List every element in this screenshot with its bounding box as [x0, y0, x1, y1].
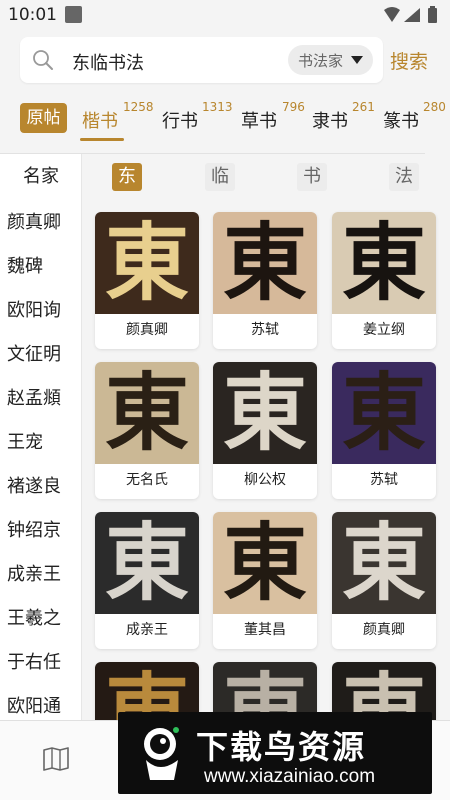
calligraphy-card[interactable]: 東柳公权	[213, 362, 317, 499]
calligraphy-glyph: 東	[341, 363, 426, 462]
calligraphy-glyph: 東	[104, 513, 189, 612]
bird-logo-icon	[144, 727, 179, 780]
tab-caoshu-count: 796	[282, 100, 305, 114]
sidebar-item[interactable]: 文征明	[7, 340, 61, 366]
sidebar-item[interactable]: 钟绍京	[7, 516, 61, 542]
tab-caoshu[interactable]: 草书	[241, 107, 277, 133]
search-filter-dropdown[interactable]: 书法家	[288, 45, 373, 75]
sidebar-item[interactable]: 褚遂良	[7, 472, 61, 498]
search-box[interactable]: 东临书法 书法家	[20, 37, 383, 83]
filter-label: 书法家	[298, 52, 344, 70]
sidebar-item[interactable]: 欧阳询	[7, 296, 61, 322]
calligraphy-image: 東	[332, 212, 436, 314]
watermark-title: 下载鸟资源	[196, 728, 367, 766]
calligrapher-name: 柳公权	[244, 472, 286, 488]
search-button[interactable]: 搜索	[390, 47, 428, 74]
sidebar-header: 名家	[23, 166, 59, 187]
tab-original[interactable]: 原帖	[20, 103, 67, 133]
active-tab-indicator	[80, 138, 124, 141]
calligraphy-card[interactable]: 東苏轼	[213, 212, 317, 349]
sidebar-item[interactable]: 王宠	[7, 428, 43, 454]
sidebar-item[interactable]: 魏碑	[7, 252, 43, 278]
tab-kaishu[interactable]: 楷书	[82, 107, 118, 133]
tab-kaishu-count: 1258	[123, 100, 154, 114]
calligraphy-card[interactable]: 東姜立纲	[332, 212, 436, 349]
battery-icon	[428, 6, 437, 23]
wifi-icon	[384, 7, 400, 22]
calligrapher-name: 苏轼	[370, 472, 398, 488]
tab-lishu-count: 261	[352, 100, 375, 114]
tab-xingshu[interactable]: 行书	[162, 107, 198, 133]
calligraphy-image: 東	[95, 212, 199, 314]
calligraphy-card[interactable]: 東成亲王	[95, 512, 199, 649]
calligraphy-glyph: 東	[222, 213, 307, 312]
calligraphy-card[interactable]: 東颜真卿	[332, 512, 436, 649]
calligraphy-glyph: 東	[341, 513, 426, 612]
dropdown-arrow-icon	[351, 56, 363, 64]
sidebar-item[interactable]: 于右任	[7, 648, 61, 674]
calligrapher-name: 苏轼	[251, 322, 279, 338]
calligrapher-name: 颜真卿	[363, 622, 405, 638]
calligraphy-glyph: 東	[222, 363, 307, 462]
tab-xingshu-count: 1313	[202, 100, 233, 114]
calligraphy-image: 東	[332, 362, 436, 464]
sidebar-item[interactable]: 颜真卿	[7, 208, 61, 234]
calligraphy-card[interactable]: 東颜真卿	[95, 212, 199, 349]
calligraphy-glyph: 東	[104, 363, 189, 462]
calligraphy-card[interactable]: 東无名氏	[95, 362, 199, 499]
watermark-url: www.xiazainiao.com	[204, 766, 376, 787]
map-icon[interactable]	[43, 747, 69, 771]
calligrapher-name: 颜真卿	[126, 322, 168, 338]
calligraphy-image: 東	[213, 512, 317, 614]
status-icons	[384, 6, 437, 23]
style-tab-bar: 原帖 楷书 1258 行书 1313 草书 796 隶书 261 篆书 280	[0, 96, 450, 144]
calligraphy-image: 東	[332, 512, 436, 614]
calligraphy-glyph: 東	[222, 513, 307, 612]
calligraphy-image: 東	[213, 212, 317, 314]
status-time: 10:01	[8, 5, 57, 25]
sidebar-item[interactable]: 赵孟頫	[7, 384, 61, 410]
char-tab[interactable]: 临	[205, 163, 235, 191]
tab-zhuanshu-count: 280	[423, 100, 446, 114]
calligraphy-image: 東	[95, 512, 199, 614]
signal-icon	[404, 8, 420, 22]
watermark-banner: 下载鸟资源 www.xiazainiao.com	[118, 712, 432, 794]
calligrapher-name: 姜立纲	[363, 322, 405, 338]
notification-icon	[65, 6, 82, 23]
tab-zhuanshu[interactable]: 篆书	[383, 107, 419, 133]
char-tab[interactable]: 书	[297, 163, 327, 191]
calligrapher-name: 成亲王	[126, 622, 168, 638]
char-tab[interactable]: 法	[389, 163, 419, 191]
search-icon	[33, 50, 53, 70]
calligraphy-glyph: 東	[341, 213, 426, 312]
sidebar-item[interactable]: 成亲王	[7, 560, 61, 586]
char-tab[interactable]: 东	[112, 163, 142, 191]
status-bar: 10:01	[0, 0, 450, 30]
calligraphy-image: 東	[95, 362, 199, 464]
calligraphy-glyph: 東	[104, 213, 189, 312]
calligraphy-card[interactable]: 東董其昌	[213, 512, 317, 649]
sidebar-item[interactable]: 王羲之	[7, 604, 61, 630]
calligrapher-name: 董其昌	[244, 622, 286, 638]
tab-lishu[interactable]: 隶书	[312, 107, 348, 133]
sidebar-item[interactable]: 欧阳通	[7, 692, 61, 718]
calligrapher-name: 无名氏	[126, 472, 168, 488]
calligrapher-sidebar: 名家 颜真卿 魏碑 欧阳询 文征明 赵孟頫 王宠 褚遂良 钟绍京 成亲王 王羲之…	[0, 154, 82, 720]
calligraphy-image: 東	[213, 362, 317, 464]
calligraphy-card[interactable]: 東苏轼	[332, 362, 436, 499]
search-input[interactable]: 东临书法	[72, 49, 144, 75]
